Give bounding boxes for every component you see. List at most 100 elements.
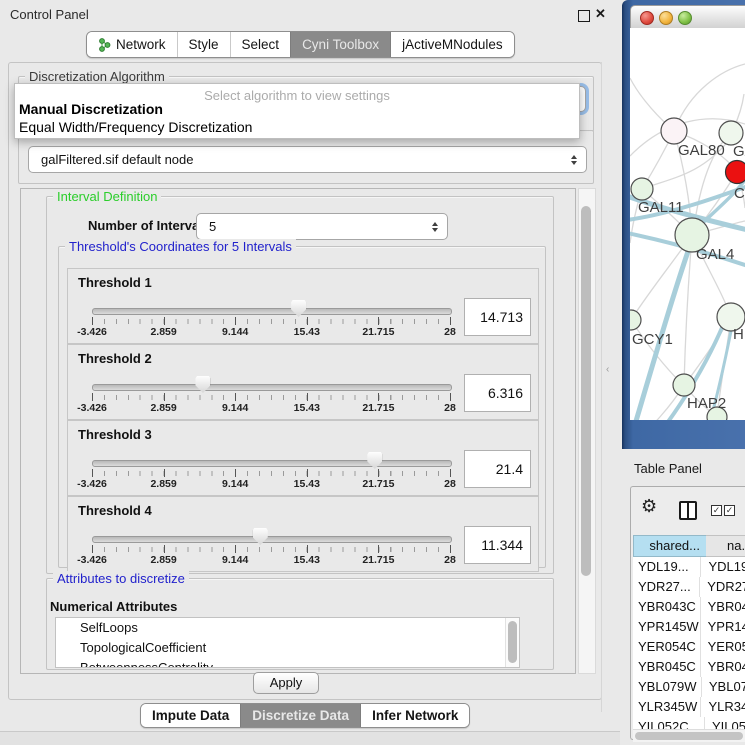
checkbox-icon[interactable] — [724, 505, 735, 516]
cell-name: YPR14 — [701, 617, 745, 637]
tab-network[interactable]: Network — [87, 32, 177, 57]
table-row[interactable]: YBR043CYBR04 — [633, 597, 745, 617]
slider-tick-label: 21.715 — [362, 554, 394, 566]
tab-jactivemnodules[interactable]: jActiveMNodules — [390, 32, 514, 57]
tab-discretize-data[interactable]: Discretize Data — [240, 704, 360, 727]
columns-icon[interactable] — [679, 501, 697, 520]
slider-major-tick — [378, 469, 379, 477]
slider-major-tick — [450, 317, 451, 325]
slider-tick-label: 9.144 — [222, 326, 248, 338]
tab-label: Discretize Data — [252, 708, 349, 723]
threshold-label: Threshold 3 — [78, 427, 152, 442]
slider-track[interactable] — [92, 384, 452, 391]
threshold-value-field[interactable]: 11.344 — [464, 526, 531, 564]
tab-impute-data[interactable]: Impute Data — [141, 704, 240, 727]
slider-major-tick — [92, 469, 93, 477]
tab-select[interactable]: Select — [230, 32, 291, 57]
slider-tick-label: 2.859 — [150, 326, 176, 338]
table-row[interactable]: YIL052CYIL05 — [633, 717, 745, 729]
svg-text:GAL11: GAL11 — [638, 199, 684, 216]
table-row[interactable]: YDR27...YDR27 — [633, 577, 745, 597]
cell-name: YBR04 — [701, 657, 745, 677]
combo-stepper-icon — [567, 155, 581, 165]
cell-name: YDL19 — [701, 557, 745, 577]
node-red-selected[interactable] — [726, 161, 745, 184]
list-scrollbar[interactable] — [505, 618, 519, 667]
tab-infer-network[interactable]: Infer Network — [360, 704, 469, 727]
slider-major-tick — [378, 393, 379, 401]
checkbox-icon[interactable] — [711, 505, 722, 516]
thresholds-group: Threshold's Coordinates for 5 Intervals … — [58, 246, 546, 568]
table-row[interactable]: YER054CYER05 — [633, 637, 745, 657]
number-of-intervals-value: 5 — [197, 219, 428, 234]
cell-shared-name: YER054C — [633, 637, 701, 657]
list-item[interactable]: TopologicalCoefficient — [56, 638, 519, 658]
horizontal-scrollbar[interactable] — [633, 729, 745, 742]
tab-cyni-toolbox[interactable]: Cyni Toolbox — [290, 32, 390, 57]
node-gal80[interactable] — [661, 118, 687, 144]
cell-name: YER05 — [701, 637, 745, 657]
table-row[interactable]: YLR345WYLR34 — [633, 697, 745, 717]
number-of-intervals-label: Number of Intervals — [88, 218, 210, 233]
network-canvas[interactable]: GAL80 GA C GAL11 GAL4 GCY1 H HAP2 — [630, 28, 745, 420]
slider-track[interactable] — [92, 460, 452, 467]
vertical-scrollbar[interactable] — [578, 188, 596, 674]
float-window-icon[interactable] — [578, 10, 590, 22]
slider-major-tick — [450, 545, 451, 553]
threshold-value-field[interactable]: 21.4 — [464, 450, 531, 488]
threshold-value-field[interactable]: 14.713 — [464, 298, 531, 336]
number-of-intervals-combo[interactable]: 5 — [196, 213, 448, 240]
column-header-shared-name[interactable]: shared... — [633, 535, 707, 557]
splitter-collapse-icon[interactable]: ‹ — [606, 364, 609, 375]
popup-item-manual-discretization[interactable]: Manual Discretization — [19, 101, 163, 117]
tab-label: Style — [189, 37, 219, 52]
mac-close-icon[interactable] — [640, 11, 654, 25]
column-header-name[interactable]: na... — [706, 535, 745, 557]
slider-tick-label: -3.426 — [77, 554, 107, 566]
slider-minor-ticks — [92, 319, 451, 324]
slider-tick-label: -3.426 — [77, 402, 107, 414]
node-gal11[interactable] — [631, 178, 653, 200]
list-item[interactable]: BetweennessCentrality — [56, 658, 519, 668]
mac-zoom-icon[interactable] — [678, 11, 692, 25]
list-item[interactable]: SelfLoops — [56, 618, 519, 638]
network-window-titlebar[interactable] — [630, 5, 745, 30]
table-row[interactable]: YDL19...YDL19 — [633, 557, 745, 577]
slider-tick-label: 2.859 — [150, 402, 176, 414]
slider-track[interactable] — [92, 308, 452, 315]
slider-track[interactable] — [92, 536, 452, 543]
cell-shared-name: YDR27... — [633, 577, 700, 597]
table-row[interactable]: YPR145WYPR14 — [633, 617, 745, 637]
tab-label: Network — [116, 37, 166, 52]
svg-text:H: H — [733, 326, 744, 343]
table-data-combo[interactable]: galFiltered.sif default node — [28, 146, 587, 173]
cell-name: YLR34 — [701, 697, 745, 717]
threshold-value-field[interactable]: 6.316 — [464, 374, 531, 412]
scrollbar-thumb[interactable] — [508, 621, 517, 663]
tab-label: Cyni Toolbox — [302, 37, 379, 52]
slider-tick-label: 28 — [444, 478, 456, 490]
mac-minimize-icon[interactable] — [659, 11, 673, 25]
cell-name: YIL05 — [705, 717, 745, 729]
gear-icon[interactable] — [641, 496, 657, 517]
node-gcy1[interactable] — [630, 310, 641, 330]
table-row[interactable]: YBL079WYBL07 — [633, 677, 745, 697]
tab-style[interactable]: Style — [177, 32, 230, 57]
close-icon[interactable]: ✕ — [595, 6, 606, 22]
node-hap2[interactable] — [673, 374, 695, 396]
panel-divider — [601, 62, 602, 712]
slider-major-tick — [307, 393, 308, 401]
table-row[interactable]: YBR045CYBR04 — [633, 657, 745, 677]
cell-shared-name: YIL052C — [633, 717, 705, 729]
tab-label: Impute Data — [152, 708, 229, 723]
cell-shared-name: YPR145W — [633, 617, 701, 637]
node-table[interactable]: YDL19...YDL19YDR27...YDR27YBR043CYBR04YP… — [633, 557, 745, 729]
numerical-attributes-list[interactable]: SelfLoopsTopologicalCoefficientBetweenne… — [55, 617, 520, 668]
popup-item-equal-width-frequency-discretization[interactable]: Equal Width/Frequency Discretization — [19, 119, 252, 135]
svg-text:GCY1: GCY1 — [632, 331, 673, 348]
scrollbar-thumb[interactable] — [635, 732, 743, 740]
svg-text:GAL80: GAL80 — [678, 142, 725, 159]
cell-shared-name: YBR045C — [633, 657, 701, 677]
scrollbar-thumb[interactable] — [581, 206, 591, 576]
apply-button[interactable]: Apply — [253, 672, 319, 694]
